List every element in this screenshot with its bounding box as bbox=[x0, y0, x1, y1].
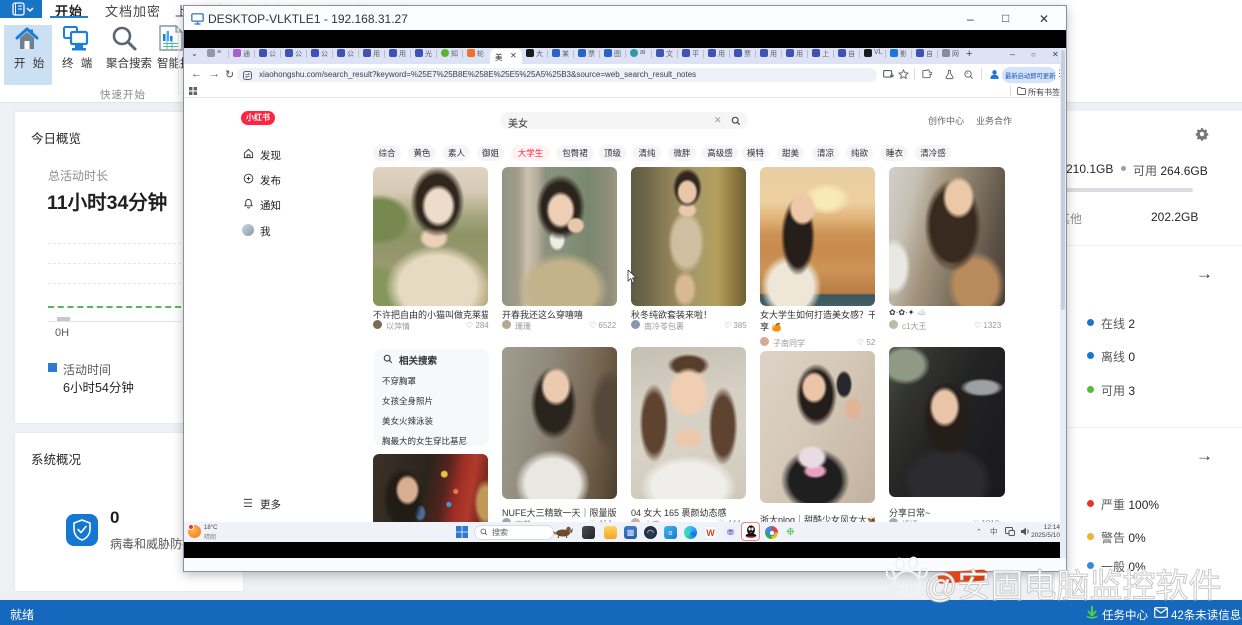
svg-text:du: du bbox=[898, 580, 912, 595]
